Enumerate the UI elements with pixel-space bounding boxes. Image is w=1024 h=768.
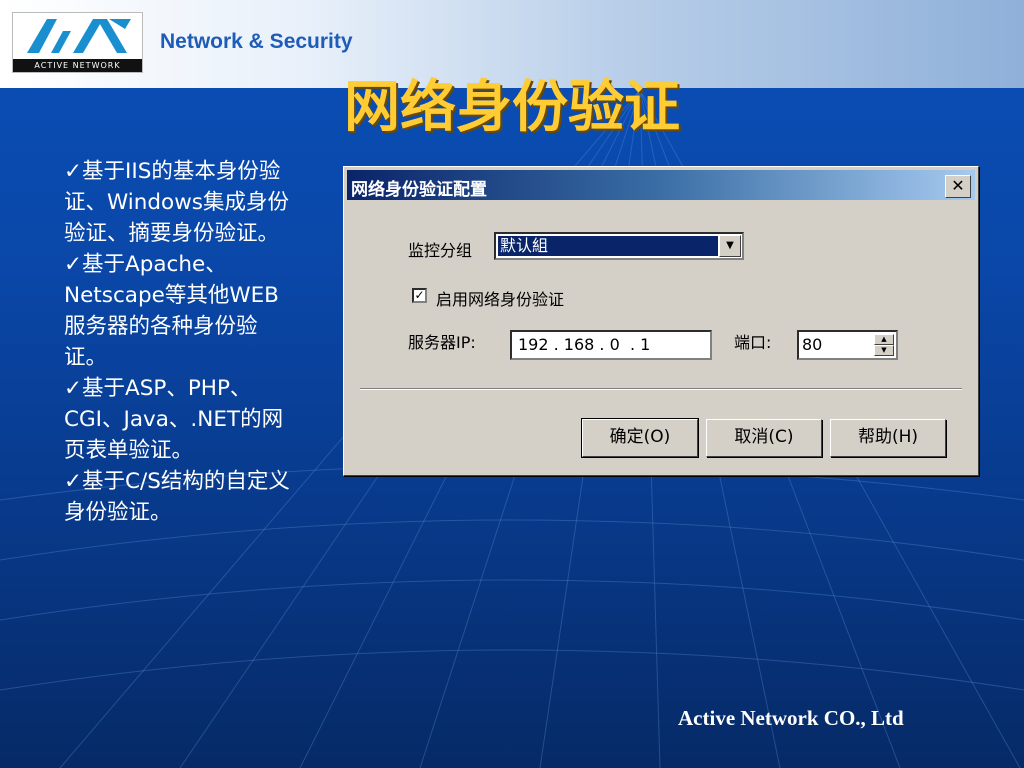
bullet-list: ✓基于IIS的基本身份验证、Windows集成身份验证、摘要身份验证。 ✓基于A…: [64, 156, 296, 528]
bullet-item: ✓基于IIS的基本身份验证、Windows集成身份验证、摘要身份验证。: [64, 159, 289, 246]
bullet-item: ✓基于C/S结构的自定义身份验证。: [64, 469, 290, 525]
chevron-down-icon[interactable]: ▼: [719, 235, 741, 257]
cancel-button[interactable]: 取消(C): [706, 419, 822, 457]
group-select-value: 默认組: [498, 236, 718, 256]
server-ip-label: 服务器IP:: [408, 333, 476, 352]
help-button[interactable]: 帮助(H): [830, 419, 946, 457]
header-title: Network & Security: [160, 30, 353, 53]
server-ip-input[interactable]: 192 . 168 . 0 . 1: [510, 330, 712, 360]
checkmark-icon: ✓: [64, 376, 83, 401]
dialog-titlebar[interactable]: 网络身份验证配置 ✕: [347, 170, 975, 200]
group-select[interactable]: 默认組 ▼: [494, 232, 744, 260]
bullet-item: ✓基于Apache、Netscape等其他WEB服务器的各种身份验证。: [64, 252, 279, 370]
ok-button[interactable]: 确定(O): [581, 418, 699, 458]
footer-company: Active Network CO., Ltd: [678, 706, 904, 730]
logo-mark-icon: [27, 19, 131, 53]
group-label: 监控分组: [408, 241, 473, 260]
slide-title: 网络身份验证: [344, 75, 680, 140]
spin-down-icon[interactable]: ▼: [874, 345, 894, 356]
checkmark-icon: ✓: [64, 469, 83, 494]
port-label: 端口:: [734, 333, 772, 352]
dialog-divider: [360, 388, 962, 390]
port-stepper[interactable]: 80 ▲ ▼: [797, 330, 898, 360]
dialog-title: 网络身份验证配置: [351, 180, 487, 200]
close-button[interactable]: ✕: [945, 175, 971, 198]
checkmark-icon: ✓: [64, 159, 83, 184]
port-value: 80: [802, 335, 823, 354]
checkmark-icon: ✓: [64, 252, 83, 277]
auth-config-dialog: 网络身份验证配置 ✕ 监控分组 默认組 ▼ ✓ 启用网络身份验证 服务器IP: …: [343, 166, 979, 476]
enable-auth-label[interactable]: 启用网络身份验证: [436, 286, 564, 310]
enable-auth-checkbox[interactable]: ✓: [412, 288, 427, 303]
bullet-item: ✓基于ASP、PHP、CGI、Java、.NET的网页表单验证。: [64, 376, 284, 463]
spin-up-icon[interactable]: ▲: [874, 334, 894, 345]
port-spinner[interactable]: ▲ ▼: [874, 334, 894, 356]
